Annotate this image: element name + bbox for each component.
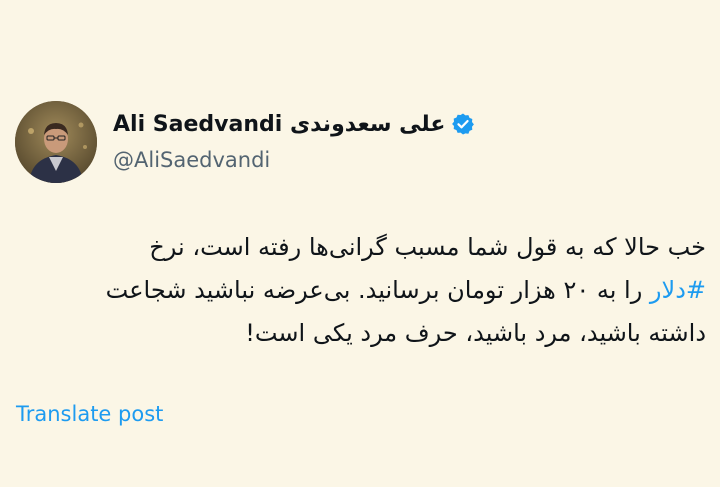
- verified-badge-icon[interactable]: [451, 112, 475, 136]
- tweet-line-2: #دلار را به ۲۰ هزار تومان برسانید. بی‌عر…: [14, 269, 706, 312]
- translate-post-link[interactable]: Translate post: [16, 402, 163, 426]
- author-name-row: Ali Saedvandi علی سعدوندی: [113, 104, 475, 144]
- avatar[interactable]: [15, 101, 97, 183]
- tweet-header: Ali Saedvandi علی سعدوندی @AliSaedvandi: [113, 104, 475, 184]
- author-handle[interactable]: @AliSaedvandi: [113, 148, 475, 172]
- tweet-text: خب حالا که به قول شما مسبب گرانی‌ها رفته…: [14, 226, 706, 355]
- tweet-line-2-rest: را به ۲۰ هزار تومان برسانید. بی‌عرضه نبا…: [105, 276, 650, 304]
- tweet-card: Ali Saedvandi علی سعدوندی @AliSaedvandi …: [0, 0, 720, 487]
- author-display-name[interactable]: Ali Saedvandi علی سعدوندی: [113, 112, 445, 137]
- tweet-line-3: داشته باشید، مرد باشید، حرف مرد یکی است!: [245, 319, 706, 347]
- tweet-line-1: خب حالا که به قول شما مسبب گرانی‌ها رفته…: [149, 233, 706, 261]
- hashtag-link[interactable]: #دلار: [650, 276, 706, 304]
